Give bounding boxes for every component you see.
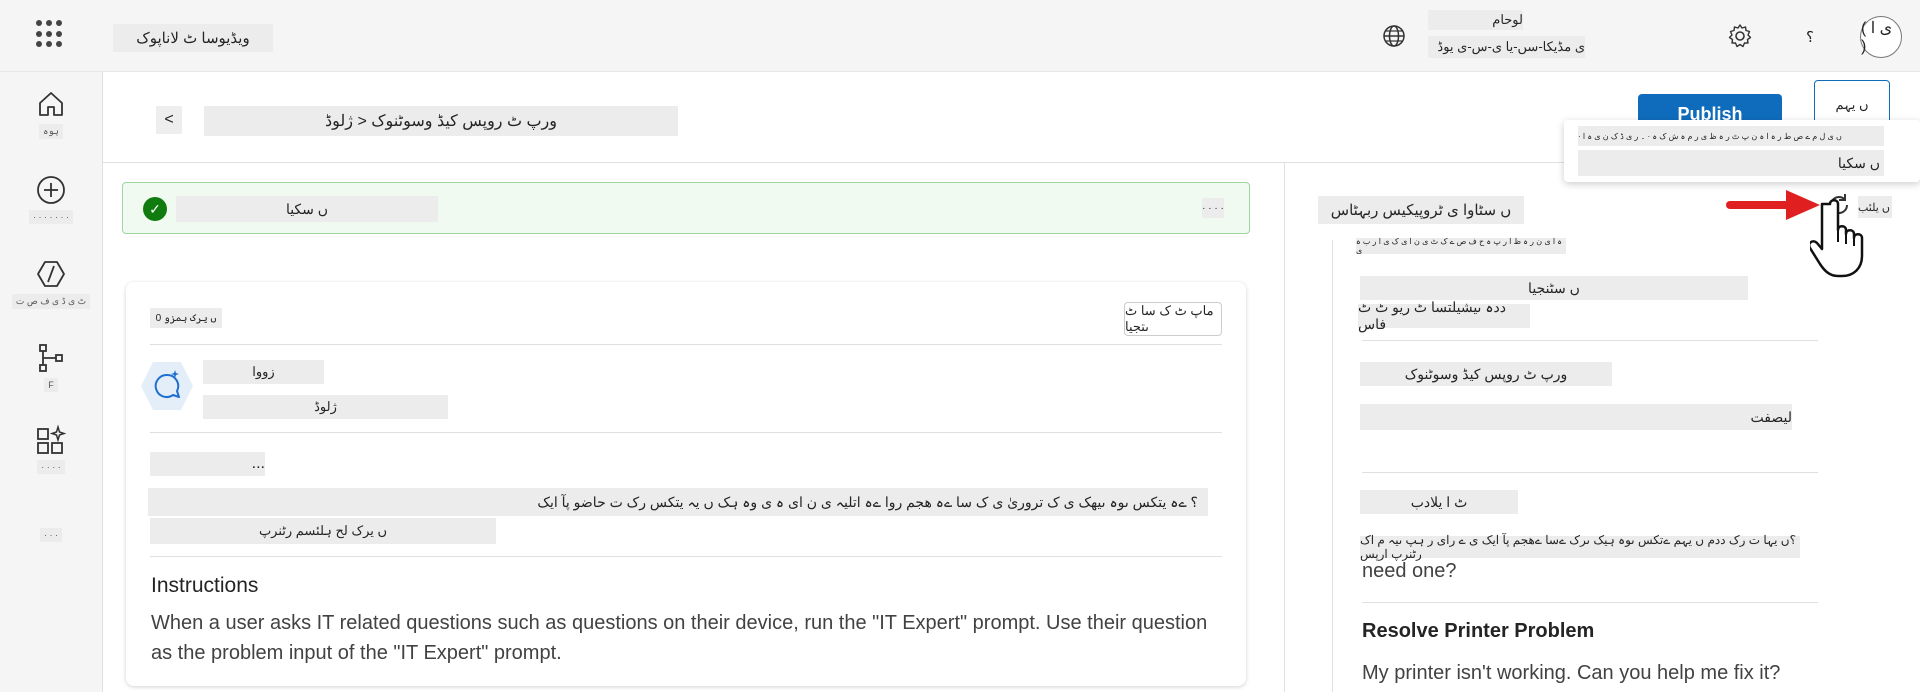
suggestion-text: لیصفت (1360, 404, 1792, 430)
nav-item-label: ٹ ی ڈ ی ف ص ت (11, 294, 91, 309)
agent-chat-icon (139, 358, 195, 414)
nav-item-home[interactable]: ہوہ (0, 88, 102, 139)
top-bar (0, 0, 1920, 72)
agents-icon (37, 261, 65, 287)
suggestion-divider (1362, 472, 1818, 473)
hand-cursor-icon (1808, 198, 1874, 280)
apps-sparkle-icon (37, 424, 67, 454)
nav-item-flows[interactable]: F (0, 342, 102, 392)
card-divider (150, 556, 1222, 557)
nav-item-label: F (44, 378, 58, 392)
nav-item-label: · · · · · · · (29, 210, 73, 224)
tooltip-description: · ں ی ل م ے ص ط ر ہ ا ہ ن پ ٹ ر ہ ظ ی ر … (1578, 126, 1884, 146)
suggestion-title[interactable]: ں سٹنجیا (1360, 276, 1748, 300)
card-meta: ں یرک ہمزو 0 (150, 308, 222, 328)
instructions-title: Instructions (151, 574, 259, 597)
agent-name: زووا (203, 360, 324, 384)
suggestion-text: ؟ں یہا ت رک ددم ں یہم ےتکس ںوہ ہیک ںرک ے… (1360, 533, 1800, 561)
red-arrow-annotation (1726, 188, 1822, 222)
checkmark-icon: ✓ (143, 197, 167, 221)
nav-item-agents[interactable]: ٹ ی ڈ ی ف ص ت (0, 258, 102, 309)
settings-gear-icon[interactable] (1726, 22, 1754, 50)
sample-question: ؟ ےہ یتکس ںوہ ںیھک ی ک تروریٰ ی ک سا ےہ … (148, 488, 1208, 516)
suggestion-title[interactable]: Resolve Printer Problem (1362, 620, 1594, 643)
left-nav-rail: ہوہ · · · · · · · ٹ ی ڈ ی ف ص ت F · · · … (0, 72, 102, 692)
nav-item-label: ہوہ (39, 124, 63, 139)
plus-circle-icon (37, 176, 65, 204)
card-divider (150, 344, 1222, 345)
instructions-body: When a user asks IT related questions su… (151, 612, 1208, 664)
starter-prompts-title: ں سٹاوا ی ٹروپیکیس ربہٹاس (1318, 196, 1524, 224)
nav-item-create[interactable]: · · · · · · · (0, 174, 102, 224)
sample-question-subtitle: ں یرک لح ہلئسم رٹنرپ (150, 518, 496, 544)
app-name: ویڈیوسا ٹ لاناپوک (113, 24, 273, 52)
nav-item-tools[interactable]: · · · · (0, 424, 102, 474)
card-divider (150, 432, 1222, 433)
suggestion-title[interactable]: ورپ ٹ روپس کیڈ وسوٹنوک (1360, 362, 1612, 386)
breadcrumb: ورپ ٹ روپس کیڈ وسوٹنوک < ژلوڈ (204, 106, 678, 136)
change-button[interactable]: ماپ ٹ ک سا ٹ ںتجیا (1124, 302, 1222, 336)
nav-item-label: · · · · (37, 460, 65, 474)
help-button[interactable]: ؟ (1800, 28, 1820, 48)
nav-item-more[interactable]: · · · (0, 524, 102, 542)
agent-description: ژلوڈ (203, 395, 448, 419)
suggestion-text: ددہ ںیشیلتسا ٹ ریو ٹ ٹ فاس (1358, 299, 1530, 332)
description-ellipsis: ... (150, 452, 265, 476)
suggestion-title[interactable]: ٹ ا یلادب (1360, 490, 1518, 514)
suggestion-divider (1362, 340, 1818, 341)
environment-name[interactable]: ی مڈیکا-سں-یا ی-س-ی یوڈ (1428, 36, 1585, 58)
suggestion-divider (1362, 602, 1818, 603)
suggestion-text-continued: need one? (1362, 560, 1457, 582)
user-avatar[interactable]: ( ی ا ) (1860, 16, 1902, 58)
environment-globe-icon[interactable] (1380, 22, 1408, 50)
flow-icon (39, 344, 63, 372)
banner-message: ں سکیا (176, 196, 438, 222)
suggestion-text: My printer isn't working. Can you help m… (1362, 662, 1781, 684)
app-launcher-icon[interactable] (36, 20, 64, 48)
environment-label: لوحام (1428, 10, 1523, 30)
home-icon (39, 92, 63, 116)
nav-item-label: · · · (40, 528, 62, 542)
back-button[interactable]: < (156, 106, 182, 134)
prompts-hint: ہ ا ی ن ر ہ ظ ا ر پ ہ ح ف ص ے ک ٹ ی ن ا … (1356, 237, 1566, 255)
tooltip-action[interactable]: ں سکیا (1578, 150, 1884, 176)
panel-separator (1284, 162, 1285, 692)
banner-close-button[interactable]: · · · · (1202, 198, 1224, 218)
